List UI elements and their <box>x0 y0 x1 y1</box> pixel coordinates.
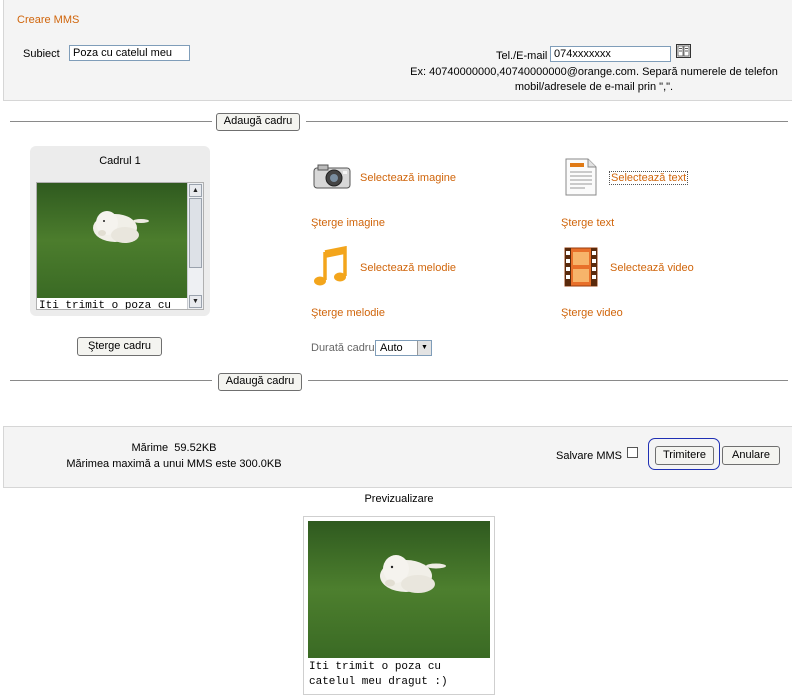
delete-text-link[interactable]: Şterge text <box>561 217 614 229</box>
document-icon[interactable] <box>563 158 599 196</box>
select-image-link[interactable]: Selectează imagine <box>360 172 456 184</box>
separator-line <box>10 121 212 122</box>
select-text-link[interactable]: Selectează text <box>609 171 689 185</box>
subject-label: Subiect <box>23 48 60 60</box>
camera-icon[interactable] <box>312 162 352 190</box>
film-strip-icon[interactable] <box>563 246 599 288</box>
size-max-text: Mărimea maximă a unui MMS este 300.0KB <box>66 458 282 470</box>
header-panel <box>3 0 792 39</box>
save-mms-checkbox[interactable] <box>627 447 638 458</box>
duration-value: Auto <box>380 342 403 354</box>
separator-line <box>10 380 212 381</box>
delete-video-link[interactable]: Şterge video <box>561 307 623 319</box>
chevron-down-icon[interactable]: ▼ <box>417 341 431 355</box>
frame-scrollbar[interactable]: ▲ ▼ <box>187 183 203 309</box>
preview-photo <box>308 521 490 658</box>
recipient-label: Tel./E-mail <box>496 50 548 62</box>
delete-image-link[interactable]: Şterge imagine <box>311 217 385 229</box>
subject-input[interactable] <box>69 45 190 61</box>
address-book-icon[interactable] <box>676 44 691 58</box>
recipient-hint-line1: Ex: 40740000000,40740000000@orange.com. … <box>410 66 778 78</box>
recipient-input[interactable] <box>550 46 671 62</box>
add-frame-button-bottom[interactable]: Adaugă cadru <box>218 373 302 391</box>
delete-frame-button[interactable]: Şterge cadru <box>77 337 162 356</box>
scroll-down-icon[interactable]: ▼ <box>189 295 202 308</box>
send-button[interactable]: Trimitere <box>655 446 714 465</box>
recipient-hint: Ex: 40740000000,40740000000@orange.com. … <box>410 65 778 95</box>
frame-text-preview: Iti trimit o poza cu <box>39 300 172 310</box>
duration-label: Durată cadru <box>311 342 375 354</box>
size-info: Mărime 59.52KB <box>44 442 304 454</box>
frame-title: Cadrul 1 <box>99 155 141 167</box>
scroll-thumb[interactable] <box>189 198 202 268</box>
save-mms-label: Salvare MMS <box>556 450 623 462</box>
frame-content[interactable]: Iti trimit o poza cu <box>36 182 204 310</box>
separator-line <box>306 121 788 122</box>
preview-text-line1: Iti trimit o poza cu <box>309 661 442 673</box>
scroll-up-icon[interactable]: ▲ <box>189 184 202 197</box>
page-title: Creare MMS <box>17 14 80 26</box>
preview-title: Previzualizare <box>364 493 434 505</box>
cancel-button[interactable]: Anulare <box>722 446 780 465</box>
music-note-icon[interactable] <box>313 245 349 288</box>
size-value: 59.52KB <box>174 442 217 454</box>
frame-photo <box>37 183 188 298</box>
preview-text-line2: catelul meu dragut :) <box>309 676 448 688</box>
size-label: Mărime <box>131 442 169 454</box>
preview-card: Iti trimit o poza cu catelul meu dragut … <box>303 516 495 695</box>
delete-melody-link[interactable]: Şterge melodie <box>311 307 385 319</box>
duration-select[interactable]: Auto ▼ <box>375 340 432 356</box>
select-melody-link[interactable]: Selectează melodie <box>360 262 456 274</box>
select-video-link[interactable]: Selectează video <box>610 262 694 274</box>
separator-line <box>308 380 788 381</box>
recipient-hint-line2: mobil/adresele de e-mail prin ",". <box>514 81 674 93</box>
add-frame-button-top[interactable]: Adaugă cadru <box>216 113 300 131</box>
